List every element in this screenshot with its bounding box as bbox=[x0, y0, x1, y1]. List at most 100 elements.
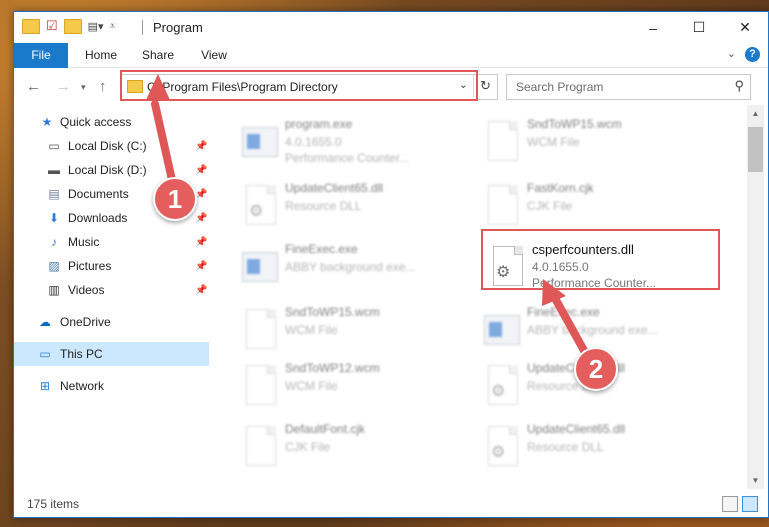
file-name: SndToWP12.wcm bbox=[285, 361, 380, 375]
file-detail: WCM File bbox=[285, 323, 338, 337]
item-count: 175 items bbox=[27, 497, 80, 511]
file-detail: Performance Counter... bbox=[285, 151, 410, 165]
file-item[interactable]: ⚙ UpdateClient65.dll Resource DLL bbox=[479, 418, 719, 476]
expand-ribbon-icon[interactable]: ⌄ bbox=[727, 47, 736, 60]
dll-gear-icon: ⚙ bbox=[240, 185, 276, 227]
sidebar-item-music[interactable]: ♪ Music 📌 bbox=[14, 230, 209, 254]
sidebar-item-label: Downloads bbox=[68, 211, 128, 225]
sidebar-item-label: Pictures bbox=[68, 259, 112, 273]
tiles-view-icon[interactable] bbox=[742, 496, 758, 512]
tab-home[interactable]: Home bbox=[76, 43, 126, 67]
folder-icon bbox=[22, 18, 40, 34]
file-detail: WCM File bbox=[527, 135, 580, 149]
status-bar: 175 items bbox=[14, 493, 768, 515]
video-icon: ▥ bbox=[48, 283, 60, 297]
toolbar-dropdown-icon[interactable]: ⩡ bbox=[110, 21, 116, 32]
file-item[interactable]: ⚙ UpdateClient65.dll Resource DLL bbox=[237, 177, 477, 235]
file-icon bbox=[482, 185, 518, 227]
documents-icon: ▤ bbox=[48, 187, 60, 201]
sidebar-item-label: Network bbox=[60, 379, 105, 393]
pin-icon[interactable]: 📌 bbox=[195, 261, 207, 272]
scrollbar-thumb[interactable] bbox=[748, 127, 763, 172]
minimize-button[interactable]: – bbox=[630, 12, 676, 43]
step-badge-2: 2 bbox=[574, 347, 618, 391]
pin-icon[interactable]: 📌 bbox=[195, 213, 207, 224]
sidebar-item-label: Videos bbox=[68, 283, 105, 297]
file-item[interactable]: SndToWP15.wcm WCM File bbox=[479, 113, 719, 171]
sidebar-item-quick-access[interactable]: ★ Quick access bbox=[14, 110, 209, 134]
pin-icon[interactable]: 📌 bbox=[195, 165, 207, 176]
music-icon: ♪ bbox=[51, 235, 57, 249]
pictures-icon: ▨ bbox=[48, 259, 60, 273]
file-detail: ABBY background exe... bbox=[285, 260, 416, 274]
sidebar-item-pictures[interactable]: ▨ Pictures 📌 bbox=[14, 254, 209, 278]
customize-toolbar-icon[interactable]: ▤▾ bbox=[88, 20, 104, 33]
view-toggle bbox=[722, 496, 758, 512]
file-icon bbox=[482, 121, 518, 163]
up-arrow-icon[interactable]: ↑ bbox=[99, 78, 107, 95]
file-name: SndToWP15.wcm bbox=[285, 305, 380, 319]
file-detail: CJK File bbox=[527, 199, 573, 213]
sidebar-item-label: Quick access bbox=[60, 115, 132, 129]
quick-access-toolbar: ☑ ▤▾ ⩡ bbox=[22, 18, 115, 34]
sidebar-item-label: Local Disk (C:) bbox=[68, 139, 147, 153]
close-button[interactable]: ✕ bbox=[722, 12, 768, 43]
title-separator bbox=[142, 20, 143, 35]
file-item[interactable]: SndToWP15.wcm WCM File bbox=[237, 301, 477, 359]
maximize-button[interactable]: ☐ bbox=[676, 12, 722, 43]
download-icon: ⬇ bbox=[48, 211, 60, 225]
scroll-up-icon[interactable]: ▲ bbox=[747, 105, 764, 122]
network-icon: ⊞ bbox=[39, 379, 51, 393]
file-item[interactable]: program.exe 4.0.1655.0 Performance Count… bbox=[237, 113, 477, 171]
file-list: program.exe 4.0.1655.0 Performance Count… bbox=[210, 105, 746, 489]
file-item[interactable]: FineExec.exe ABBY background exe... bbox=[237, 238, 477, 296]
file-name: UpdateClient65.dll bbox=[527, 422, 626, 436]
file-name: program.exe bbox=[285, 117, 353, 131]
tab-view[interactable]: View bbox=[192, 43, 236, 67]
ribbon-tabs: File Home Share View ⌄ ? bbox=[14, 43, 768, 101]
back-arrow-icon[interactable]: ← bbox=[26, 78, 41, 95]
search-input[interactable]: Search Program ⚲ bbox=[506, 74, 751, 100]
sidebar-item-network[interactable]: ⊞ Network bbox=[14, 374, 209, 398]
dll-gear-icon: ⚙ bbox=[482, 426, 518, 468]
file-detail: Resource DLL bbox=[527, 440, 604, 454]
search-placeholder: Search Program bbox=[516, 80, 604, 94]
file-item[interactable]: SndToWP12.wcm WCM File bbox=[237, 357, 477, 415]
new-folder-icon[interactable] bbox=[63, 18, 82, 34]
properties-icon[interactable]: ☑ bbox=[46, 18, 58, 34]
address-highlight-box bbox=[120, 70, 478, 101]
computer-icon: ▭ bbox=[39, 347, 51, 361]
tab-share[interactable]: Share bbox=[134, 43, 182, 67]
exe-window-icon bbox=[482, 309, 520, 351]
file-detail: ABBY background exe... bbox=[527, 323, 658, 337]
sidebar-item-onedrive[interactable]: ☁ OneDrive bbox=[14, 310, 209, 334]
window-title: Program bbox=[153, 20, 203, 35]
vertical-scrollbar[interactable]: ▲ ▼ bbox=[747, 105, 764, 489]
pin-icon[interactable]: 📌 bbox=[195, 285, 207, 296]
details-view-icon[interactable] bbox=[722, 496, 738, 512]
drive-icon: ▬ bbox=[48, 163, 60, 177]
file-item[interactable]: FastKorn.cjk CJK File bbox=[479, 177, 719, 235]
scroll-down-icon[interactable]: ▼ bbox=[747, 472, 764, 489]
title-bar: ☑ ▤▾ ⩡ Program – ☐ ✕ bbox=[14, 12, 768, 43]
forward-arrow-icon[interactable]: → bbox=[56, 78, 71, 95]
dll-gear-icon: ⚙ bbox=[482, 365, 518, 407]
pin-icon[interactable]: 📌 bbox=[195, 141, 207, 152]
cloud-icon: ☁ bbox=[39, 315, 51, 329]
help-icon[interactable]: ? bbox=[745, 47, 760, 62]
sidebar-item-label: Music bbox=[68, 235, 100, 249]
sidebar-item-local-disk-c[interactable]: ▭ Local Disk (C:) 📌 bbox=[14, 134, 209, 158]
file-name: FineExec.exe bbox=[285, 242, 358, 256]
pin-icon[interactable]: 📌 bbox=[195, 237, 207, 248]
sidebar-item-label: Documents bbox=[68, 187, 129, 201]
star-icon: ★ bbox=[41, 115, 53, 129]
file-item[interactable]: DefaultFont.cjk CJK File bbox=[237, 418, 477, 476]
sidebar-item-this-pc[interactable]: ▭ This PC bbox=[14, 342, 209, 366]
sidebar-item-videos[interactable]: ▥ Videos 📌 bbox=[14, 278, 209, 302]
file-detail: WCM File bbox=[285, 379, 338, 393]
sidebar-item-label: This PC bbox=[60, 347, 103, 361]
search-icon[interactable]: ⚲ bbox=[734, 78, 744, 94]
step-badge-1: 1 bbox=[153, 177, 197, 221]
program-exe-icon bbox=[240, 121, 278, 163]
recent-locations-icon[interactable]: ▾ bbox=[81, 82, 86, 93]
